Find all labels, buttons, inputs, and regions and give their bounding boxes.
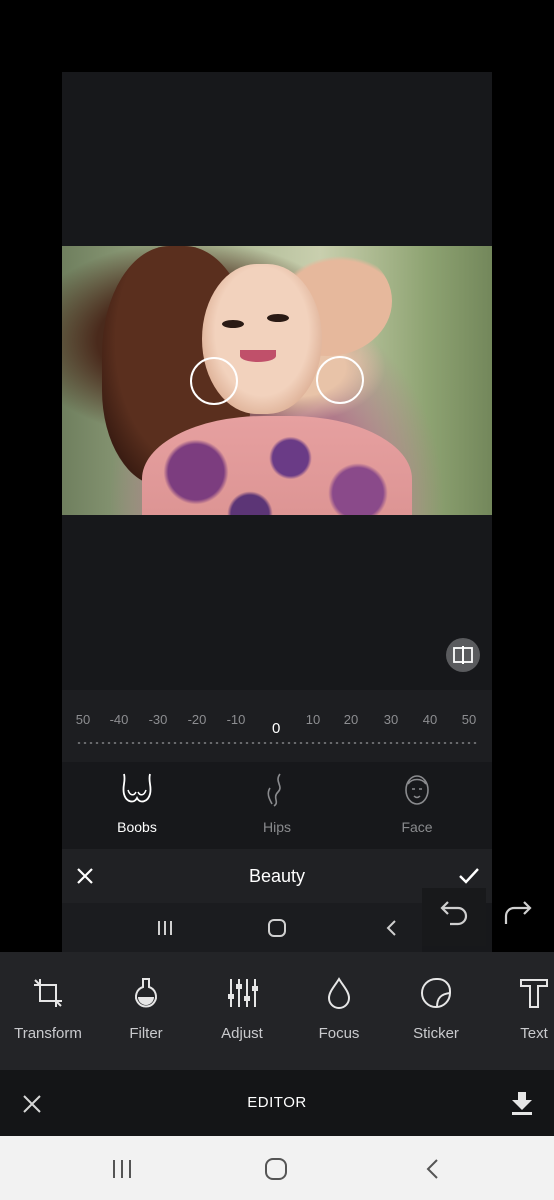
- home-icon[interactable]: [264, 1157, 288, 1181]
- tool-label: Sticker: [413, 1025, 459, 1042]
- system-nav-bar: [0, 1136, 554, 1200]
- undo-button[interactable]: [422, 888, 486, 946]
- back-icon: [386, 920, 396, 936]
- tool-label: Adjust: [221, 1025, 263, 1042]
- category-label: Boobs: [117, 819, 157, 835]
- boobs-icon: [122, 773, 152, 803]
- download-icon[interactable]: [510, 1090, 534, 1116]
- ruler-tick: 40: [422, 712, 438, 727]
- category-hips[interactable]: Hips: [232, 772, 322, 835]
- ruler-tick: 50: [75, 712, 91, 727]
- ruler-tick: -30: [148, 712, 168, 727]
- category-label: Hips: [262, 819, 291, 835]
- tool-label: Transform: [14, 1025, 82, 1042]
- category-face[interactable]: Face: [372, 772, 462, 835]
- ruler-tick: 20: [343, 712, 359, 727]
- inner-system-nav: [62, 903, 422, 952]
- crop-icon: [34, 979, 62, 1007]
- ruler-tick: 30: [383, 712, 399, 727]
- drop-icon: [327, 977, 351, 1009]
- photo-lips: [240, 350, 276, 362]
- photo-canvas[interactable]: [62, 246, 492, 515]
- tool-text[interactable]: Text: [484, 976, 554, 1042]
- ruler-tick: -20: [187, 712, 207, 727]
- inner-screenshot: 50 -40 -30 -20 -10 10 20 30 40 50 0 Boob…: [62, 72, 492, 952]
- adjust-handle-left[interactable]: [190, 357, 238, 405]
- ruler-scale: [76, 742, 478, 744]
- tool-adjust[interactable]: Adjust: [192, 976, 292, 1042]
- back-icon[interactable]: [424, 1158, 440, 1180]
- sliders-icon: [228, 979, 258, 1007]
- tool-label: Filter: [129, 1025, 163, 1042]
- tool-label: Text: [520, 1025, 548, 1042]
- hips-icon: [267, 773, 281, 807]
- tool-sticker[interactable]: Sticker: [386, 976, 486, 1042]
- category-label: Face: [401, 819, 433, 835]
- photo-dress: [142, 416, 412, 515]
- tool-filter[interactable]: Filter: [96, 976, 196, 1042]
- confirm-icon[interactable]: [458, 866, 480, 886]
- text-icon: [520, 979, 548, 1008]
- value-ruler[interactable]: 50 -40 -30 -20 -10 10 20 30 40 50 0: [62, 690, 492, 762]
- beauty-title: Beauty: [248, 866, 306, 886]
- undo-icon: [440, 901, 468, 926]
- compare-button[interactable]: [446, 638, 480, 672]
- editor-title: EDITOR: [247, 1094, 307, 1111]
- redo-icon[interactable]: [502, 898, 534, 928]
- ruler-tick: -40: [109, 712, 129, 727]
- recents-icon: [158, 921, 172, 935]
- photo-eye-left: [222, 320, 244, 328]
- tool-focus[interactable]: Focus: [289, 976, 389, 1042]
- tool-label: Focus: [318, 1025, 360, 1042]
- face-icon: [405, 775, 429, 805]
- sticker-icon: [421, 978, 451, 1008]
- tool-transform[interactable]: Transform: [0, 976, 98, 1042]
- home-icon: [268, 919, 286, 937]
- ruler-tick: 50: [461, 712, 477, 727]
- compare-icon: [453, 646, 473, 664]
- category-boobs[interactable]: Boobs: [92, 772, 182, 835]
- ruler-tick: 10: [305, 712, 321, 727]
- recents-icon[interactable]: [111, 1158, 133, 1180]
- flask-icon: [135, 978, 157, 1008]
- adjust-handle-right[interactable]: [316, 356, 364, 404]
- editor-bar: EDITOR: [0, 1070, 554, 1136]
- ruler-tick: -10: [226, 712, 246, 727]
- photo-eye-right: [267, 314, 289, 322]
- ruler-current-value: 0: [272, 720, 281, 737]
